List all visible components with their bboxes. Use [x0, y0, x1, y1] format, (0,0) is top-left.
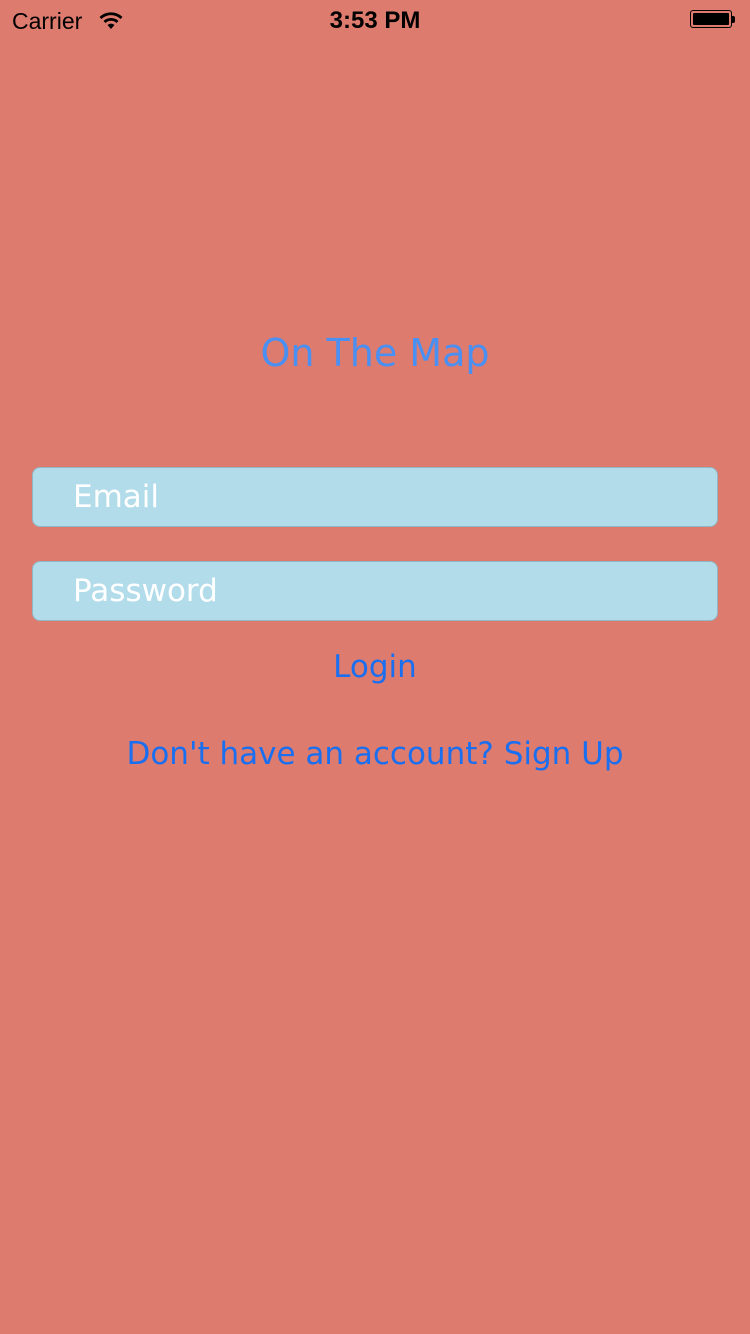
status-bar: Carrier 3:53 PM	[0, 0, 750, 40]
clock: 3:53 PM	[329, 7, 421, 34]
signup-link[interactable]: Don't have an account? Sign Up	[0, 733, 750, 775]
battery-icon	[690, 10, 736, 30]
email-field[interactable]	[32, 467, 718, 527]
password-input[interactable]	[33, 562, 717, 620]
login-button[interactable]: Login	[0, 646, 750, 688]
app-title: On The Map	[260, 331, 490, 375]
password-field[interactable]	[32, 561, 718, 621]
email-input[interactable]	[33, 468, 717, 526]
